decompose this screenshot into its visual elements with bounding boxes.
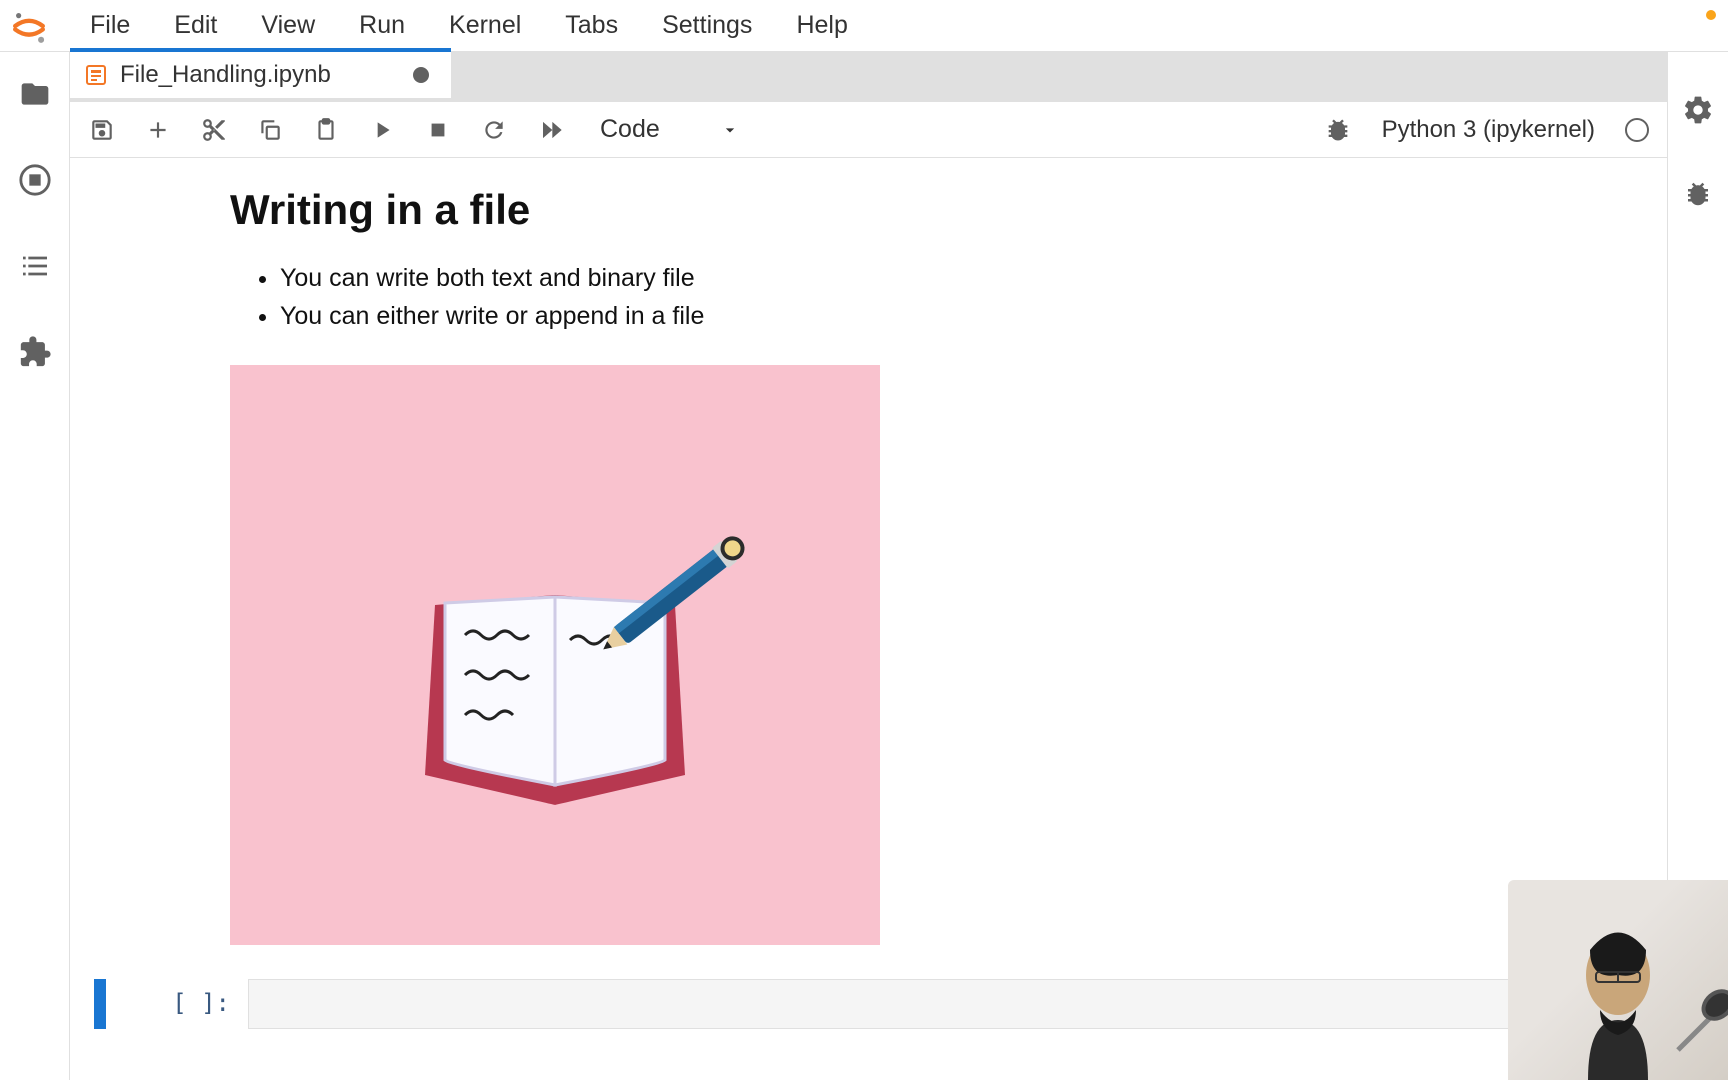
- property-inspector-icon[interactable]: [1680, 92, 1716, 128]
- menu-run[interactable]: Run: [337, 3, 427, 48]
- notebook-icon: [84, 63, 108, 87]
- insert-cell-icon[interactable]: [144, 116, 172, 144]
- menu-settings[interactable]: Settings: [640, 3, 774, 48]
- code-input[interactable]: [248, 979, 1643, 1029]
- running-kernels-icon[interactable]: [17, 162, 53, 198]
- code-cell[interactable]: [ ]:: [94, 979, 1643, 1029]
- active-cell-indicator: [94, 979, 106, 1029]
- menu-file[interactable]: File: [68, 3, 152, 48]
- toc-icon[interactable]: [17, 248, 53, 284]
- cell-prompt: [ ]:: [118, 979, 248, 1029]
- tab-bar: File_Handling.ipynb: [70, 52, 1667, 102]
- menu-edit[interactable]: Edit: [152, 3, 239, 48]
- kernel-name[interactable]: Python 3 (ipykernel): [1382, 116, 1595, 144]
- menu-tabs[interactable]: Tabs: [543, 3, 640, 48]
- save-icon[interactable]: [88, 116, 116, 144]
- interrupt-icon[interactable]: [424, 116, 452, 144]
- chevron-down-icon: [720, 120, 740, 140]
- tab-file-handling[interactable]: File_Handling.ipynb: [70, 52, 452, 98]
- left-sidebar: [0, 52, 70, 1080]
- jupyter-logo[interactable]: [10, 7, 48, 45]
- unsaved-indicator-icon: [413, 67, 429, 83]
- menubar: File Edit View Run Kernel Tabs Settings …: [0, 0, 1728, 52]
- list-item: You can write both text and binary file: [280, 260, 1603, 298]
- menu-kernel[interactable]: Kernel: [427, 3, 543, 48]
- run-icon[interactable]: [368, 116, 396, 144]
- debugger-icon[interactable]: [1680, 176, 1716, 212]
- center-area: File_Handling.ipynb: [70, 52, 1668, 1080]
- cut-icon[interactable]: [200, 116, 228, 144]
- paste-icon[interactable]: [312, 116, 340, 144]
- menu-view[interactable]: View: [239, 3, 337, 48]
- debug-icon[interactable]: [1324, 116, 1352, 144]
- copy-icon[interactable]: [256, 116, 284, 144]
- cell-type-value: Code: [600, 115, 660, 144]
- tab-label: File_Handling.ipynb: [120, 61, 331, 89]
- notebook-content: Writing in a file You can write both tex…: [70, 158, 1667, 1080]
- menu-help[interactable]: Help: [774, 3, 869, 48]
- markdown-cell[interactable]: Writing in a file You can write both tex…: [94, 186, 1643, 945]
- cell-type-dropdown[interactable]: Code: [592, 115, 740, 144]
- extension-manager-icon[interactable]: [17, 334, 53, 370]
- bullet-list: You can write both text and binary file …: [230, 260, 1603, 335]
- notification-dot-icon: [1706, 10, 1716, 20]
- heading: Writing in a file: [230, 186, 1603, 234]
- file-browser-icon[interactable]: [17, 76, 53, 112]
- restart-run-all-icon[interactable]: [536, 116, 564, 144]
- notebook-writing-illustration: [230, 365, 880, 945]
- kernel-status-icon[interactable]: [1625, 118, 1649, 142]
- list-item: You can either write or append in a file: [280, 298, 1603, 336]
- restart-icon[interactable]: [480, 116, 508, 144]
- webcam-overlay: [1508, 880, 1728, 1080]
- notebook-toolbar: Code Python 3 (ipykernel): [70, 102, 1667, 158]
